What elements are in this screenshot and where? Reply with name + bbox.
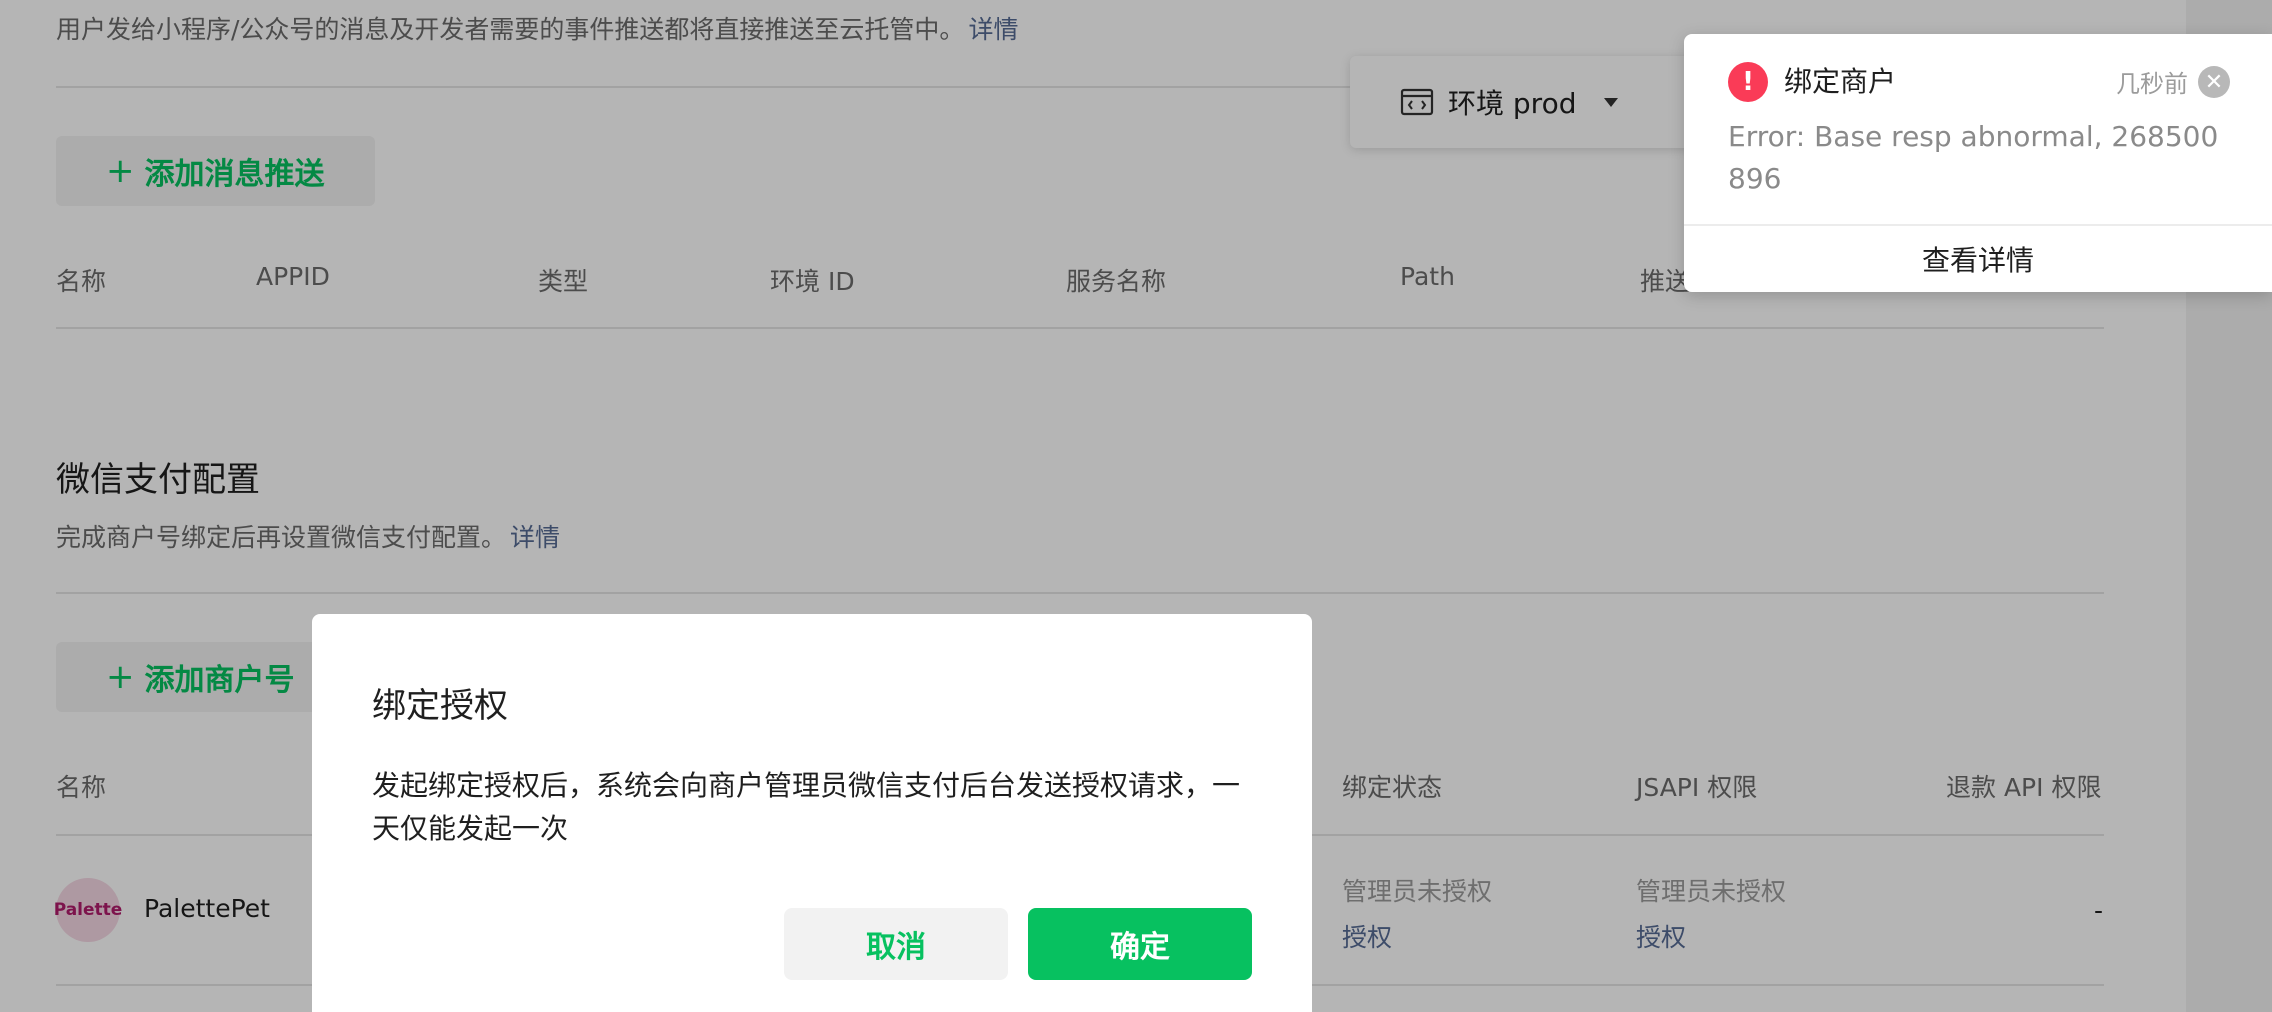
close-icon[interactable]: ✕ bbox=[2198, 66, 2230, 98]
view-details-button[interactable]: 查看详情 bbox=[1684, 226, 2272, 292]
error-notification: ! 绑定商户 几秒前 ✕ Error: Base resp abnormal, … bbox=[1684, 34, 2272, 292]
dialog-title: 绑定授权 bbox=[372, 686, 508, 726]
bind-authorization-dialog: 绑定授权 发起绑定授权后，系统会向商户管理员微信支付后台发送授权请求，一天仅能发… bbox=[312, 614, 1312, 1012]
notification-title: 绑定商户 bbox=[1784, 65, 1897, 98]
cancel-button[interactable]: 取消 bbox=[784, 908, 1008, 980]
dialog-body: 发起绑定授权后，系统会向商户管理员微信支付后台发送授权请求，一天仅能发起一次 bbox=[372, 769, 1241, 845]
notification-message: Error: Base resp abnormal, 268500896 bbox=[1728, 120, 2219, 195]
notification-time: 几秒前 bbox=[2116, 70, 2188, 98]
error-icon: ! bbox=[1728, 62, 1768, 102]
confirm-button[interactable]: 确定 bbox=[1028, 908, 1252, 980]
